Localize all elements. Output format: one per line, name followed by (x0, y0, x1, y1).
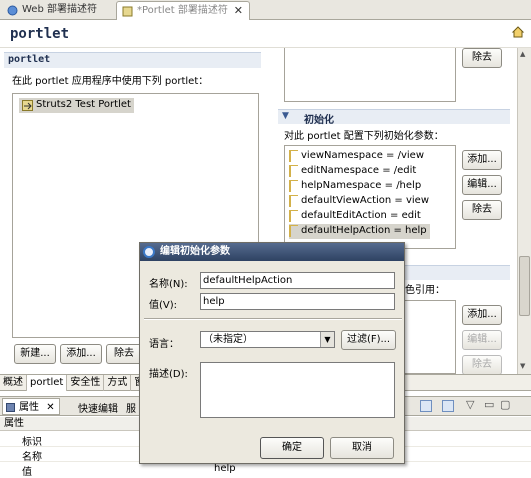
param-label: editNamespace = /edit (301, 165, 417, 176)
list-item[interactable]: viewNamespace = /view (289, 149, 424, 164)
edit-role-button[interactable]: 编辑... (462, 330, 502, 350)
add-role-button[interactable]: 添加... (462, 305, 502, 325)
maximize-icon[interactable]: ▢ (500, 398, 510, 411)
dialog-title-bar[interactable]: 编辑初始化参数 (140, 243, 404, 261)
list-item[interactable]: Struts2 Test Portlet (19, 98, 134, 113)
properties-icon (6, 403, 15, 412)
help-icon[interactable] (511, 25, 525, 39)
tab-portlet[interactable]: portlet (27, 375, 68, 391)
tab-quick-edit[interactable]: 快速编辑 (78, 400, 118, 415)
tab-web-descriptor[interactable]: Web 部署描述符 (2, 1, 112, 20)
remove-param-button[interactable]: 除去 (462, 200, 502, 220)
param-label: defaultViewAction = view (301, 195, 429, 206)
scroll-down-icon[interactable]: ▼ (520, 362, 525, 370)
minimize-icon[interactable]: ▭ (484, 398, 494, 411)
web-descriptor-icon (7, 5, 18, 16)
dialog-app-icon (143, 246, 155, 258)
tab-label: Web 部署描述符 (22, 4, 97, 15)
editor-tab-bar: Web 部署描述符 *Portlet 部署描述符 ✕ (0, 0, 531, 20)
language-value: （未指定） (203, 334, 253, 345)
param-label: defaultEditAction = edit (301, 210, 421, 221)
portlet-section-header: portlet (4, 52, 261, 68)
edit-init-param-dialog: 编辑初始化参数 名称(N): defaultHelpAction 值(V): h… (139, 242, 405, 464)
init-param-list[interactable]: viewNamespace = /view editNamespace = /e… (284, 145, 456, 249)
top-list-box[interactable] (284, 48, 456, 102)
param-icon (289, 195, 298, 207)
param-label: helpNamespace = /help (301, 180, 422, 191)
advanced-properties-icon[interactable] (442, 400, 454, 412)
list-item[interactable]: defaultEditAction = edit (289, 209, 421, 224)
portlet-item-label: Struts2 Test Portlet (36, 99, 131, 110)
dialog-separator (144, 318, 402, 320)
description-label: 描述(D): (149, 369, 188, 380)
language-select[interactable]: （未指定） ▼ (200, 331, 335, 348)
add-param-button[interactable]: 添加... (462, 150, 502, 170)
filter-button[interactable]: 过滤(F)... (341, 330, 396, 350)
close-tab-icon[interactable]: ✕ (234, 2, 243, 20)
description-field[interactable] (200, 362, 395, 418)
param-icon (289, 165, 298, 177)
param-icon (289, 225, 298, 237)
new-portlet-button[interactable]: 新建... (14, 344, 56, 364)
cancel-button[interactable]: 取消 (330, 437, 394, 459)
init-section-title: 初始化 (304, 115, 334, 126)
value-field[interactable]: help (200, 293, 395, 310)
param-label: viewNamespace = /view (301, 150, 424, 161)
chevron-down-icon[interactable]: ▼ (320, 332, 334, 347)
edit-param-button[interactable]: 编辑... (462, 175, 502, 195)
name-field[interactable]: defaultHelpAction (200, 272, 395, 289)
scrollbar-thumb[interactable] (519, 256, 530, 316)
tab-server[interactable]: 服 (126, 400, 136, 415)
close-view-icon[interactable]: ✕ (46, 402, 54, 413)
remove-portlet-button[interactable]: 除去 (106, 344, 142, 364)
role-section-description: 色引用： (405, 285, 445, 296)
remove-role-button[interactable]: 除去 (462, 355, 502, 375)
page-title: portlet (10, 26, 70, 42)
scroll-up-icon[interactable]: ▲ (520, 50, 525, 58)
add-portlet-button[interactable]: 添加... (60, 344, 102, 364)
tab-portlet-descriptor[interactable]: *Portlet 部署描述符 ✕ (116, 1, 250, 20)
tab-modes[interactable]: 方式 (104, 375, 132, 391)
portlet-descriptor-icon (122, 6, 133, 17)
tab-overview[interactable]: 概述 (0, 375, 27, 391)
param-icon (289, 210, 298, 222)
tab-label: *Portlet 部署描述符 (137, 5, 228, 16)
name-label: 名称(N): (149, 279, 188, 290)
dialog-title: 编辑初始化参数 (160, 246, 230, 257)
page-header: portlet (0, 21, 531, 48)
list-item[interactable]: helpNamespace = /help (289, 179, 421, 194)
portlet-section-title: portlet (8, 54, 51, 65)
init-section-header[interactable]: ▼ 初始化 (278, 109, 510, 126)
language-label: 语言： (149, 339, 179, 350)
list-item[interactable]: editNamespace = /edit (289, 164, 416, 179)
param-label: defaultHelpAction = help (301, 225, 427, 236)
tab-security[interactable]: 安全性 (67, 375, 105, 391)
editor-scrollbar[interactable]: ▲ ▼ (517, 48, 531, 374)
property-value-text: help (214, 463, 236, 474)
portlet-section-description: 在此 portlet 应用程序中使用下列 portlet： (12, 76, 209, 87)
tab-label: 属性 (19, 402, 39, 413)
list-item[interactable]: defaultViewAction = view (289, 194, 429, 209)
view-menu-icon[interactable]: ▽ (466, 398, 474, 411)
init-section-description: 对此 portlet 配置下列初始化参数： (284, 131, 444, 142)
value-label: 值(V): (149, 300, 178, 311)
ok-button[interactable]: 确定 (260, 437, 324, 459)
list-item[interactable]: defaultHelpAction = help (289, 224, 430, 239)
remove-top-button[interactable]: 除去 (462, 48, 502, 68)
param-icon (289, 150, 298, 162)
portlet-icon (22, 100, 33, 111)
chevron-down-icon[interactable]: ▼ (282, 111, 289, 121)
categories-icon[interactable] (420, 400, 432, 412)
param-icon (289, 180, 298, 192)
tab-properties[interactable]: 属性 ✕ (2, 398, 60, 415)
